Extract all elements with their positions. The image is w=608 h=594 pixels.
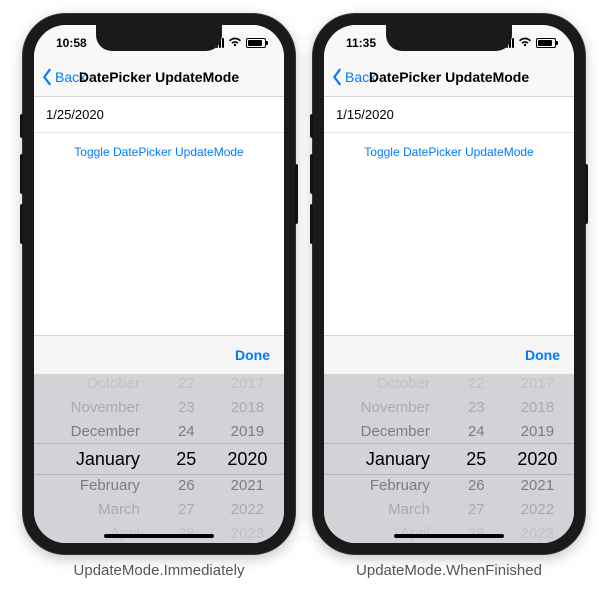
caption: UpdateMode.Immediately xyxy=(74,562,245,579)
picker-item[interactable]: 23 xyxy=(468,396,485,420)
picker-item[interactable]: 26 xyxy=(178,474,195,498)
date-picker[interactable]: October November December January Februa… xyxy=(324,375,574,543)
picker-item[interactable]: April xyxy=(400,522,430,543)
nav-bar: Back DatePicker UpdateMode xyxy=(324,57,574,97)
picker-item[interactable]: November xyxy=(71,396,140,420)
picker-year-column[interactable]: 2017 2018 2019 2020 2021 2022 2023 xyxy=(211,375,284,543)
back-label: Back xyxy=(55,69,86,85)
back-button[interactable]: Back xyxy=(40,68,86,86)
notch xyxy=(386,25,512,51)
picker-item[interactable]: 28 xyxy=(468,522,485,543)
battery-icon xyxy=(536,38,556,48)
date-field[interactable]: 1/25/2020 xyxy=(34,97,284,133)
picker-item[interactable]: March xyxy=(388,498,430,522)
phone-2-wrap: 11:35 Back DatePicker UpdateMode xyxy=(313,14,585,579)
picker-item[interactable]: 2022 xyxy=(521,498,554,522)
done-button[interactable]: Done xyxy=(235,347,270,363)
picker-item[interactable]: December xyxy=(361,420,430,444)
phone-1-wrap: 10:58 Back DatePicker UpdateMode xyxy=(23,14,295,579)
picker-day-column[interactable]: 22 23 24 25 26 27 28 xyxy=(162,375,211,543)
battery-icon xyxy=(246,38,266,48)
picker-item[interactable]: 2017 xyxy=(231,375,264,396)
accessory-bar: Done xyxy=(34,335,284,375)
accessory-bar: Done xyxy=(324,335,574,375)
toggle-updatemode-button[interactable]: Toggle DatePicker UpdateMode xyxy=(34,133,284,171)
toggle-updatemode-button[interactable]: Toggle DatePicker UpdateMode xyxy=(324,133,574,171)
picker-year-column[interactable]: 2017 2018 2019 2020 2021 2022 2023 xyxy=(501,375,574,543)
picker-item[interactable]: 2021 xyxy=(231,474,264,498)
home-indicator[interactable] xyxy=(104,534,214,538)
picker-item[interactable]: 2021 xyxy=(521,474,554,498)
screen: 11:35 Back DatePicker UpdateMode xyxy=(324,25,574,543)
picker-item-selected[interactable]: 25 xyxy=(466,444,486,474)
picker-item-selected[interactable]: January xyxy=(366,444,430,474)
picker-item[interactable]: 2019 xyxy=(231,420,264,444)
picker-item[interactable]: 27 xyxy=(468,498,485,522)
back-button[interactable]: Back xyxy=(330,68,376,86)
picker-item[interactable]: 28 xyxy=(178,522,195,543)
wifi-icon xyxy=(518,37,532,50)
picker-item[interactable]: 2018 xyxy=(231,396,264,420)
picker-item-selected[interactable]: 2020 xyxy=(517,444,557,474)
content-area: 1/25/2020 Toggle DatePicker UpdateMode D… xyxy=(34,97,284,543)
caption: UpdateMode.WhenFinished xyxy=(356,562,542,579)
phone-frame: 10:58 Back DatePicker UpdateMode xyxy=(23,14,295,554)
picker-item[interactable]: December xyxy=(71,420,140,444)
picker-item[interactable]: April xyxy=(110,522,140,543)
picker-item[interactable]: 27 xyxy=(178,498,195,522)
picker-item[interactable]: 23 xyxy=(178,396,195,420)
nav-bar: Back DatePicker UpdateMode xyxy=(34,57,284,97)
picker-item[interactable]: 2018 xyxy=(521,396,554,420)
picker-item[interactable]: November xyxy=(361,396,430,420)
back-label: Back xyxy=(345,69,376,85)
phone-row: 10:58 Back DatePicker UpdateMode xyxy=(23,14,585,579)
picker-item[interactable]: 2023 xyxy=(521,522,554,543)
picker-item[interactable]: 2022 xyxy=(231,498,264,522)
picker-month-column[interactable]: October November December January Februa… xyxy=(34,375,162,543)
picker-item-selected[interactable]: January xyxy=(76,444,140,474)
date-picker[interactable]: October November December January Februa… xyxy=(34,375,284,543)
picker-item[interactable]: 2019 xyxy=(521,420,554,444)
wifi-icon xyxy=(228,37,242,50)
picker-item-selected[interactable]: 2020 xyxy=(227,444,267,474)
picker-item[interactable]: March xyxy=(98,498,140,522)
picker-item[interactable]: February xyxy=(370,474,430,498)
picker-item[interactable]: 24 xyxy=(178,420,195,444)
status-time: 11:35 xyxy=(346,36,376,50)
picker-item[interactable]: 2017 xyxy=(521,375,554,396)
picker-day-column[interactable]: 22 23 24 25 26 27 28 xyxy=(452,375,501,543)
picker-item[interactable]: 24 xyxy=(468,420,485,444)
picker-item[interactable]: 26 xyxy=(468,474,485,498)
phone-frame: 11:35 Back DatePicker UpdateMode xyxy=(313,14,585,554)
picker-item-selected[interactable]: 25 xyxy=(176,444,196,474)
notch xyxy=(96,25,222,51)
picker-month-column[interactable]: October November December January Februa… xyxy=(324,375,452,543)
content-area: 1/15/2020 Toggle DatePicker UpdateMode D… xyxy=(324,97,574,543)
done-button[interactable]: Done xyxy=(525,347,560,363)
picker-item[interactable]: 22 xyxy=(468,375,485,396)
chevron-left-icon xyxy=(330,68,344,86)
date-field[interactable]: 1/15/2020 xyxy=(324,97,574,133)
home-indicator[interactable] xyxy=(394,534,504,538)
picker-item[interactable]: February xyxy=(80,474,140,498)
picker-item[interactable]: 22 xyxy=(178,375,195,396)
chevron-left-icon xyxy=(40,68,54,86)
screen: 10:58 Back DatePicker UpdateMode xyxy=(34,25,284,543)
status-time: 10:58 xyxy=(56,36,87,50)
picker-item[interactable]: October xyxy=(377,375,430,396)
picker-item[interactable]: October xyxy=(87,375,140,396)
picker-item[interactable]: 2023 xyxy=(231,522,264,543)
